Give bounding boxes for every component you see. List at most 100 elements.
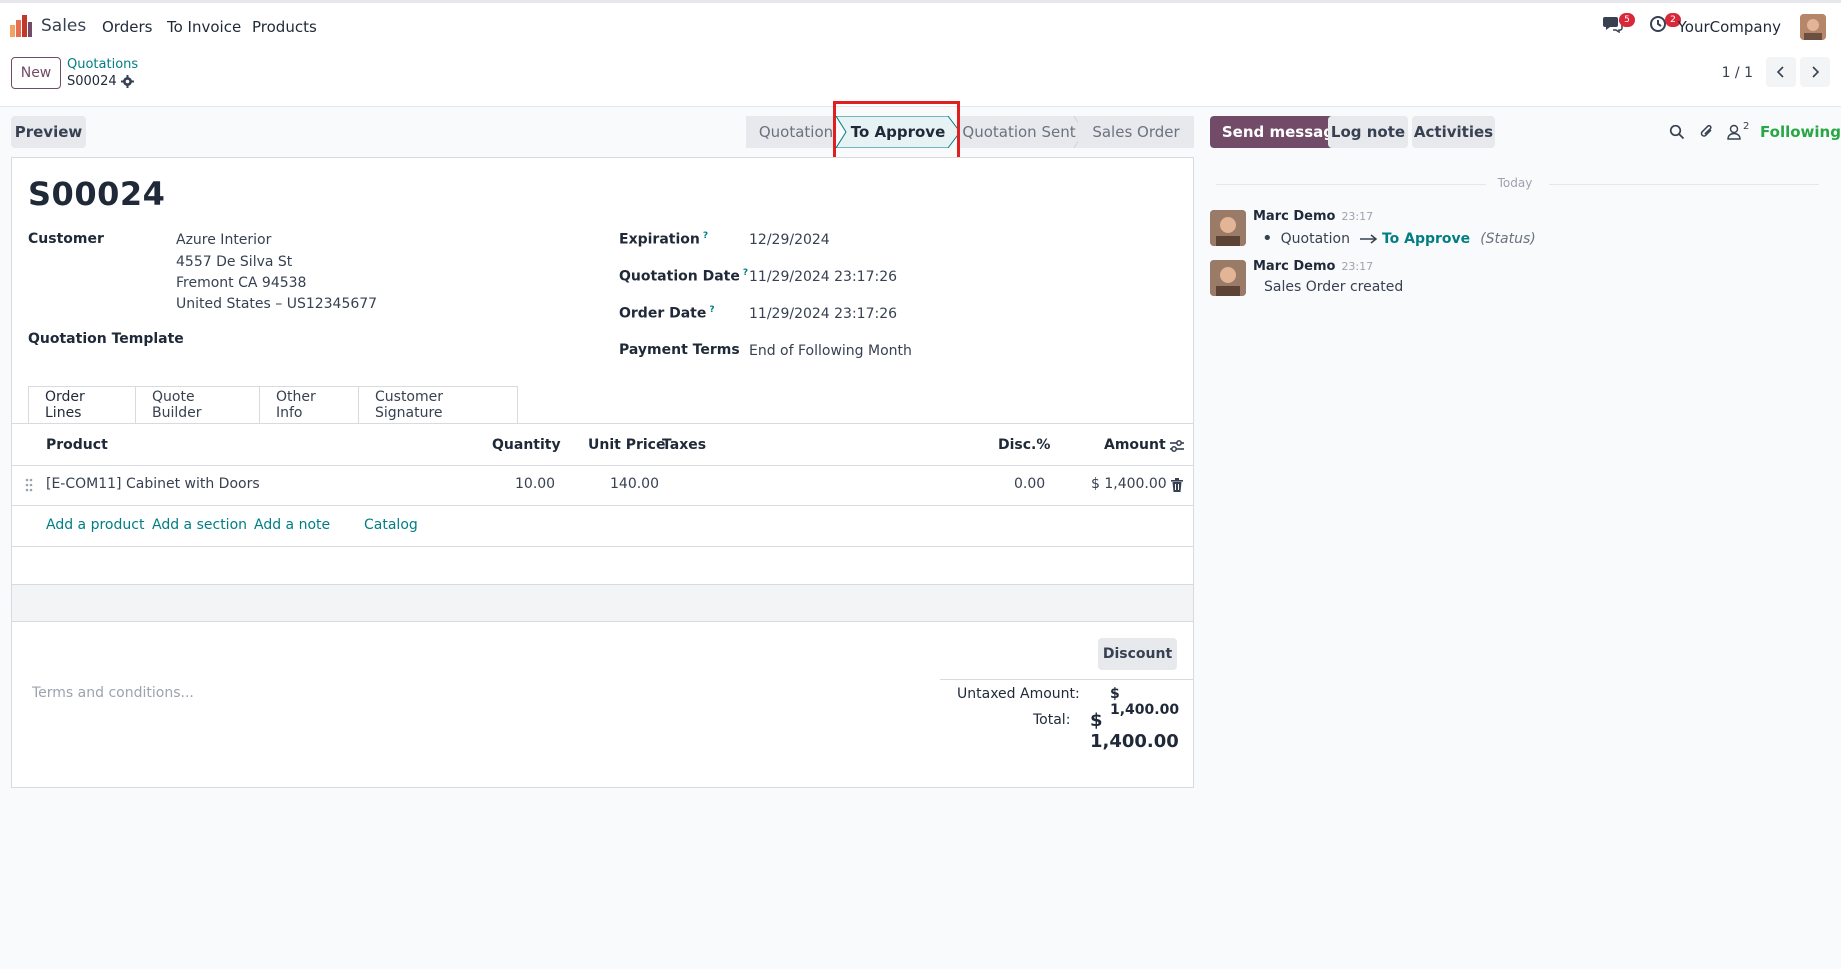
arrow-right-icon bbox=[1359, 233, 1378, 244]
col-product[interactable]: Product bbox=[46, 437, 108, 453]
payment-terms-label: Payment Terms bbox=[619, 342, 740, 358]
pager-next-button[interactable] bbox=[1800, 57, 1830, 87]
help-icon[interactable]: ? bbox=[743, 268, 748, 278]
breadcrumb-current-label: S00024 bbox=[67, 74, 117, 89]
user-face-icon bbox=[1800, 14, 1826, 40]
col-quantity[interactable]: Quantity bbox=[492, 437, 561, 453]
log-note-button[interactable]: Log note bbox=[1328, 116, 1408, 148]
col-unit-price[interactable]: Unit Price bbox=[588, 437, 665, 453]
expiration-value[interactable]: 12/29/2024 bbox=[749, 232, 830, 248]
messages-badge: 5 bbox=[1619, 13, 1635, 27]
optional-columns-icon[interactable] bbox=[1169, 438, 1185, 454]
customer-address-line3: United States – US12345677 bbox=[176, 296, 378, 312]
message-author[interactable]: Marc Demo 23:17 bbox=[1253, 259, 1373, 274]
help-icon[interactable]: ? bbox=[709, 305, 714, 315]
expiration-label-text: Expiration bbox=[619, 231, 700, 248]
message-avatar[interactable] bbox=[1210, 260, 1246, 296]
pager-value[interactable]: 1 / 1 bbox=[1722, 65, 1753, 81]
empty-row-band bbox=[12, 584, 1193, 621]
row-divider bbox=[12, 546, 1193, 547]
catalog-link[interactable]: Catalog bbox=[364, 517, 418, 533]
control-panel: New Quotations S00024 1 / 1 bbox=[0, 49, 1841, 107]
col-amount[interactable]: Amount bbox=[1104, 437, 1166, 453]
terms-field[interactable]: Terms and conditions... bbox=[32, 685, 194, 701]
header-divider bbox=[12, 465, 1193, 466]
customer-address-line1: 4557 De Silva St bbox=[176, 254, 293, 270]
breadcrumb-quotations[interactable]: Quotations bbox=[67, 57, 138, 72]
drag-handle-icon[interactable] bbox=[25, 478, 33, 492]
add-note-link[interactable]: Add a note bbox=[254, 517, 330, 533]
tracking-field: (Status) bbox=[1480, 230, 1536, 247]
customer-name[interactable]: Azure Interior bbox=[176, 232, 271, 248]
line-product[interactable]: [E-COM11] Cabinet with Doors bbox=[46, 476, 260, 492]
menu-products[interactable]: Products bbox=[252, 18, 317, 36]
new-button[interactable]: New bbox=[11, 57, 61, 89]
followers-count: 2 bbox=[1743, 121, 1750, 132]
preview-button[interactable]: Preview bbox=[11, 116, 86, 148]
trash-icon[interactable] bbox=[1171, 478, 1183, 492]
user-face-icon bbox=[1210, 210, 1246, 246]
message-time: 23:17 bbox=[1341, 210, 1374, 223]
today-label: Today bbox=[1497, 176, 1533, 190]
user-avatar[interactable] bbox=[1800, 14, 1826, 40]
app-name[interactable]: Sales bbox=[41, 16, 86, 36]
payment-terms-value[interactable]: End of Following Month bbox=[749, 343, 912, 359]
search-icon[interactable] bbox=[1669, 124, 1685, 140]
sales-app-icon[interactable] bbox=[10, 15, 32, 37]
message-body: Sales Order created bbox=[1264, 279, 1404, 295]
menu-orders[interactable]: Orders bbox=[102, 18, 152, 36]
tracking-new-value: To Approve bbox=[1381, 230, 1471, 247]
menu-to-invoice[interactable]: To Invoice bbox=[167, 18, 241, 36]
total-value: $ 1,400.00 bbox=[1090, 710, 1179, 752]
discount-button[interactable]: Discount bbox=[1098, 638, 1177, 670]
col-discount[interactable]: Disc.% bbox=[998, 437, 1050, 453]
help-icon[interactable]: ? bbox=[703, 231, 708, 241]
stage-sales-order[interactable]: Sales Order bbox=[1078, 116, 1194, 148]
stage-quotation[interactable]: Quotation bbox=[746, 116, 836, 148]
quotation-template-label: Quotation Template bbox=[28, 331, 184, 347]
tracking-old-value: Quotation bbox=[1280, 230, 1350, 247]
line-quantity[interactable]: 10.00 bbox=[515, 476, 555, 492]
chevron-right-icon bbox=[1812, 66, 1820, 78]
quotation-date-value[interactable]: 11/29/2024 23:17:26 bbox=[749, 269, 897, 285]
order-date-value[interactable]: 11/29/2024 23:17:26 bbox=[749, 306, 897, 322]
line-unit-price[interactable]: 140.00 bbox=[610, 476, 659, 492]
company-switcher[interactable]: YourCompany bbox=[1678, 18, 1781, 36]
tab-quote-builder[interactable]: Quote Builder bbox=[136, 386, 260, 424]
customer-label: Customer bbox=[28, 231, 104, 247]
main-navbar: Sales Orders To Invoice Products 5 2 You… bbox=[0, 3, 1841, 49]
pager-previous-button[interactable] bbox=[1766, 57, 1796, 87]
bullet: • bbox=[1262, 228, 1273, 249]
activities-button[interactable]: Activities bbox=[1412, 116, 1495, 148]
order-date-label-text: Order Date bbox=[619, 305, 707, 322]
line-discount[interactable]: 0.00 bbox=[1014, 476, 1045, 492]
tab-other-info[interactable]: Other Info bbox=[260, 386, 359, 424]
add-section-link[interactable]: Add a section bbox=[152, 517, 247, 533]
untaxed-amount-label: Untaxed Amount: bbox=[957, 686, 1080, 702]
order-reference: S00024 bbox=[28, 175, 166, 213]
order-date-label: Order Date? bbox=[619, 305, 715, 322]
followers-button[interactable]: 2 bbox=[1727, 121, 1749, 140]
message-avatar[interactable] bbox=[1210, 210, 1246, 246]
following-button[interactable]: Following bbox=[1760, 123, 1841, 141]
tracking-value: • Quotation To Approve (Status) bbox=[1262, 228, 1536, 249]
notebook-tabs: Order Lines Quote Builder Other Info Cus… bbox=[28, 386, 518, 424]
tab-order-lines[interactable]: Order Lines bbox=[28, 386, 136, 424]
stage-quotation-sent[interactable]: Quotation Sent bbox=[960, 116, 1078, 148]
tab-customer-signature[interactable]: Customer Signature bbox=[359, 386, 518, 424]
message-author[interactable]: Marc Demo 23:17 bbox=[1253, 209, 1373, 224]
add-product-link[interactable]: Add a product bbox=[46, 517, 144, 533]
paperclip-icon[interactable] bbox=[1699, 123, 1715, 141]
row-divider bbox=[12, 621, 1193, 622]
gear-icon[interactable] bbox=[120, 75, 134, 88]
message-author-name[interactable]: Marc Demo bbox=[1253, 209, 1335, 224]
message-author-name[interactable]: Marc Demo bbox=[1253, 259, 1335, 274]
messages-button[interactable]: 5 bbox=[1603, 13, 1635, 37]
expiration-label: Expiration? bbox=[619, 231, 708, 248]
today-divider-right bbox=[1549, 184, 1819, 185]
total-label: Total: bbox=[1033, 712, 1071, 728]
message-time: 23:17 bbox=[1341, 260, 1374, 273]
col-taxes[interactable]: Taxes bbox=[662, 437, 706, 453]
activities-button[interactable]: 2 bbox=[1649, 13, 1681, 37]
quotation-date-label: Quotation Date? bbox=[619, 268, 748, 285]
